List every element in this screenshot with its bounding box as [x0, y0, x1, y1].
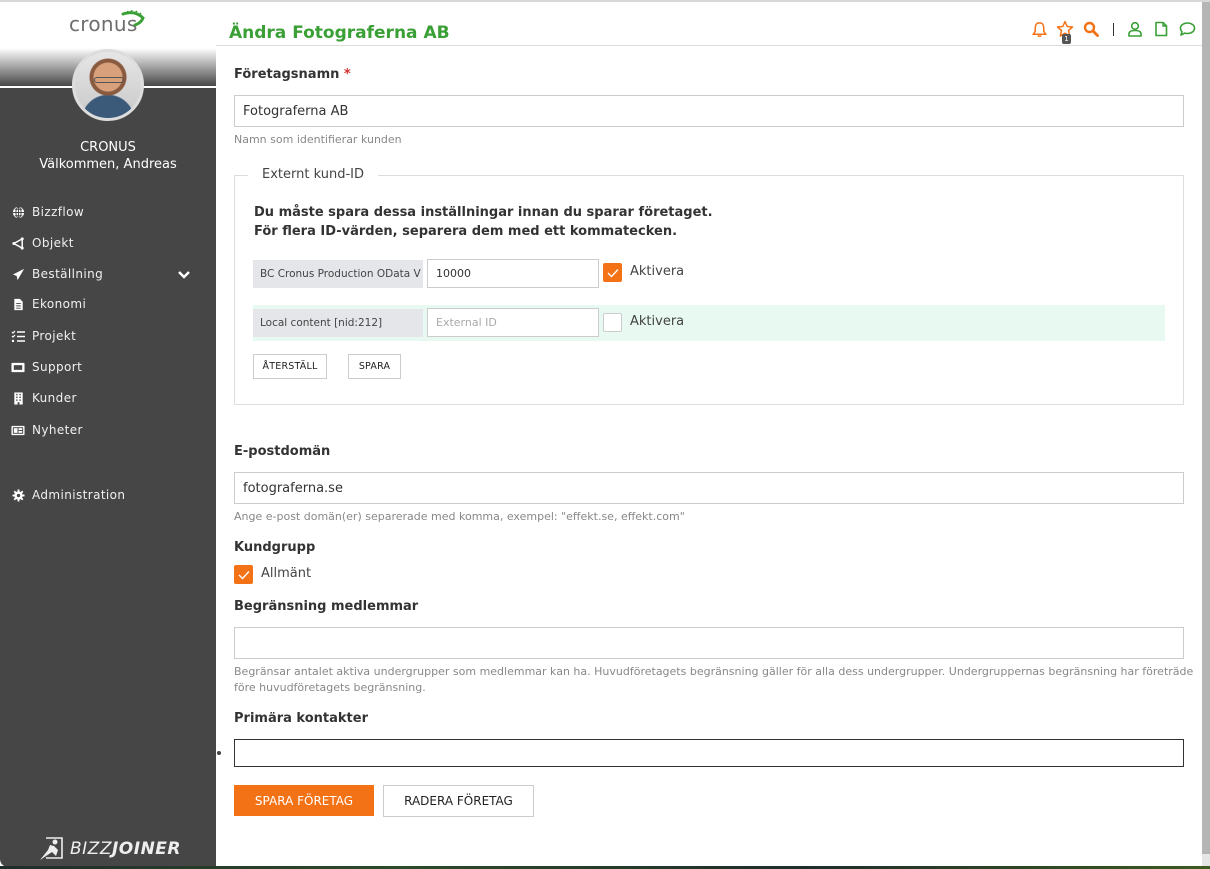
email-domain-label: E-postdomän	[234, 444, 331, 459]
sidebar-item-label: Kunder	[32, 391, 77, 405]
organization-name: CRONUS	[80, 140, 136, 155]
sidebar-item-label: Administration	[32, 488, 126, 502]
activate-label: Aktivera	[630, 264, 685, 279]
sidebar-item-label: Nyheter	[32, 423, 83, 437]
building-icon	[11, 391, 25, 405]
company-name-input[interactable]: Fotograferna AB	[234, 95, 1184, 127]
avatar-glasses	[94, 77, 124, 83]
sidebar-item-label: Bizzflow	[32, 205, 85, 219]
favorites-count-badge: 1	[1062, 34, 1071, 44]
checkmark-icon	[238, 570, 250, 580]
documents-button[interactable]	[1152, 20, 1170, 38]
logo-area: cronus	[0, 2, 216, 48]
delete-company-button[interactable]: RADERA FÖRETAG	[383, 785, 534, 817]
email-domain-input[interactable]: fotograferna.se	[234, 472, 1184, 504]
member-limit-help-2: före huvudföretagets begränsning.	[234, 681, 426, 694]
objects-icon	[11, 236, 25, 250]
activate-checkbox[interactable]	[603, 313, 622, 332]
company-name-label-text: Företagsnamn	[234, 67, 340, 82]
newspaper-icon	[11, 423, 25, 437]
vertical-scrollbar[interactable]	[1202, 2, 1210, 854]
save-external-id-button[interactable]: SPARA	[348, 354, 401, 379]
search-button[interactable]	[1082, 20, 1100, 38]
chevron-down-icon[interactable]	[177, 267, 191, 281]
sidebar-item-bestallning[interactable]: Beställning	[0, 262, 216, 286]
required-mark: *	[343, 67, 351, 82]
globe-icon	[11, 205, 25, 219]
sidebar-item-label: Ekonomi	[32, 297, 87, 311]
bizzjoiner-mark-icon	[40, 837, 63, 860]
save-company-button[interactable]: SPARA FÖRETAG	[234, 785, 374, 816]
company-name-help: Namn som identifierar kunden	[234, 133, 402, 146]
checkmark-icon	[607, 268, 619, 278]
reset-button[interactable]: ÅTERSTÄLL	[253, 354, 327, 379]
favorites-button[interactable]: 1	[1056, 20, 1074, 44]
ticket-icon	[11, 360, 25, 374]
header-divider	[216, 45, 1202, 46]
email-domain-value: fotograferna.se	[243, 480, 343, 496]
list-bullet	[217, 751, 221, 755]
scrollbar-corner	[1202, 854, 1210, 866]
sidebar-item-label: Beställning	[32, 267, 104, 281]
activate-label: Aktivera	[630, 314, 685, 329]
welcome-text: Välkommen, Andreas	[39, 157, 177, 172]
user-icon	[1128, 21, 1142, 37]
bizzjoiner-logo: BIZZJOINER	[38, 836, 181, 862]
company-name-value: Fotograferna AB	[243, 103, 349, 119]
bell-icon	[1031, 21, 1047, 37]
external-id-legend: Externt kund-ID	[248, 167, 378, 182]
sidebar-item-nyheter[interactable]: Nyheter	[0, 418, 216, 442]
file-icon	[1155, 21, 1168, 37]
avatar[interactable]	[72, 49, 144, 121]
external-id-input[interactable]: External ID	[427, 308, 599, 337]
header-separator	[1113, 22, 1114, 36]
member-limit-help-1: Begränsar antalet aktiva undergrupper so…	[234, 665, 1194, 678]
sidebar-item-kunder[interactable]: Kunder	[0, 386, 216, 410]
external-source-label: BC Cronus Production OData V	[253, 260, 423, 288]
sidebar-item-projekt[interactable]: Projekt	[0, 324, 216, 348]
sidebar-item-label: Support	[32, 360, 83, 374]
logo-prefix: BIZZ	[70, 839, 112, 859]
email-domain-help: Ange e-post domän(er) separerade med kom…	[234, 510, 685, 523]
profile-button[interactable]	[1126, 20, 1144, 38]
gear-icon	[11, 488, 25, 502]
member-limit-label: Begränsning medlemmar	[234, 599, 419, 614]
external-id-input[interactable]: 10000	[427, 259, 599, 288]
activate-checkbox[interactable]	[603, 263, 622, 282]
external-source-label: Local content [nid:212]	[253, 309, 423, 337]
sidebar-item-bizzflow[interactable]: Bizzflow	[0, 200, 216, 224]
sidebar-item-ekonomi[interactable]: Ekonomi	[0, 292, 216, 316]
sidebar-item-label: Objekt	[32, 236, 74, 250]
logo-swoosh-icon	[121, 10, 145, 26]
sidebar-item-support[interactable]: Support	[0, 355, 216, 379]
sidebar-item-administration[interactable]: Administration	[0, 483, 216, 507]
chat-icon	[1179, 22, 1195, 36]
logo-suffix: JOINER	[111, 839, 182, 859]
page-title: Ändra Fotograferna AB	[229, 23, 450, 43]
external-id-value: 10000	[436, 267, 471, 280]
member-limit-input[interactable]	[234, 627, 1184, 659]
sidebar-item-label: Projekt	[32, 329, 77, 343]
primary-contacts-label: Primära kontakter	[234, 711, 368, 726]
notifications-button[interactable]	[1030, 20, 1048, 38]
customer-group-checkbox[interactable]	[234, 565, 253, 584]
chat-button[interactable]	[1178, 20, 1196, 38]
customer-group-label: Kundgrupp	[234, 540, 316, 555]
sidebar-item-objekt[interactable]: Objekt	[0, 231, 216, 255]
paper-plane-icon	[11, 267, 25, 281]
bizzjoiner-text: BIZZJOINER	[70, 839, 181, 859]
search-icon	[1083, 21, 1099, 37]
customer-group-option-label: Allmänt	[261, 566, 312, 581]
header-toolbar: 1	[1030, 18, 1204, 44]
external-id-note-1: Du måste spara dessa inställningar innan…	[254, 205, 713, 220]
document-icon	[11, 297, 25, 311]
tasks-icon	[11, 329, 25, 343]
sidebar: cronus CRONUS Välkommen, Andreas Bizzflo…	[0, 2, 216, 867]
primary-contacts-input[interactable]	[234, 739, 1184, 767]
company-name-label: Företagsnamn *	[234, 67, 351, 82]
external-id-placeholder: External ID	[436, 316, 497, 329]
external-id-note-2: För flera ID-värden, separera dem med et…	[254, 224, 678, 239]
